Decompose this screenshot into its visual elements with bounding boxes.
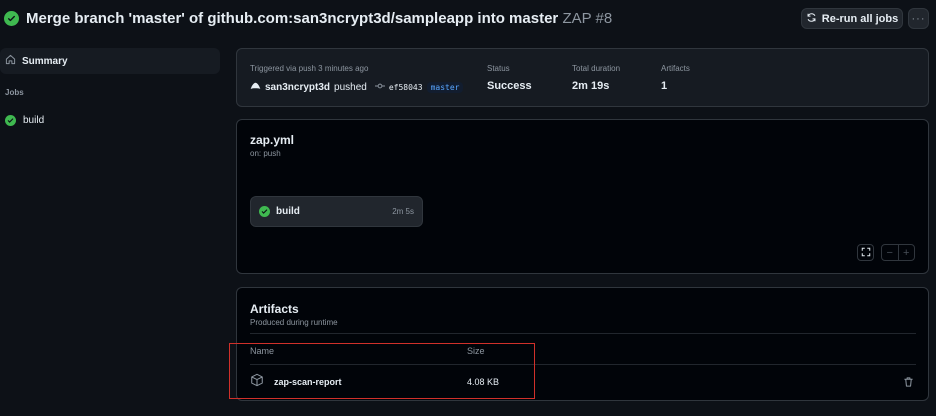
more-options-button[interactable]: ··· — [908, 8, 929, 29]
artifacts-heading: Artifacts — [250, 302, 299, 316]
success-check-icon — [4, 11, 19, 26]
workflow-trigger: on: push — [250, 149, 281, 158]
run-id: ZAP #8 — [562, 10, 613, 27]
success-check-icon — [5, 114, 16, 126]
zoom-controls: − + — [881, 244, 915, 261]
success-check-icon — [259, 206, 270, 217]
artifact-download-link[interactable]: zap-scan-report — [274, 377, 342, 387]
column-header-size: Size — [467, 346, 485, 356]
fullscreen-button[interactable] — [857, 244, 874, 261]
jobs-section-heading: Jobs — [5, 88, 24, 97]
trigger-details: san3ncrypt3d pushed ef58043 master — [250, 80, 464, 94]
artifacts-subtitle: Produced during runtime — [250, 318, 338, 327]
home-icon — [5, 54, 16, 68]
workflow-file-name: zap.yml — [250, 133, 295, 147]
sidebar-item-summary[interactable]: Summary — [0, 48, 220, 74]
branch-badge[interactable]: master — [426, 81, 464, 93]
zoom-out-button[interactable]: − — [882, 245, 899, 260]
artifacts-count[interactable]: 1 — [661, 80, 667, 92]
screen-full-icon — [861, 244, 871, 262]
status-value: Success — [487, 80, 532, 92]
job-node-label: build — [276, 206, 300, 217]
git-commit-icon — [374, 82, 385, 93]
page-title: Merge branch 'master' of github.com:san3… — [26, 10, 612, 27]
actor-link[interactable]: san3ncrypt3d — [265, 82, 330, 93]
run-title: Merge branch 'master' of github.com:san3… — [26, 10, 559, 27]
artifact-size: 4.08 KB — [467, 377, 500, 387]
actor-avatar-icon — [250, 80, 261, 94]
status-label: Status — [487, 64, 510, 73]
trash-icon[interactable] — [903, 375, 915, 387]
kebab-horizontal-icon: ··· — [911, 12, 926, 25]
run-summary-card: Triggered via push 3 minutes ago san3ncr… — [236, 48, 929, 107]
package-icon — [250, 373, 264, 387]
commit-sha-link[interactable]: ef58043 — [389, 83, 423, 92]
workflow-graph-card: zap.yml on: push build 2m 5s − + — [236, 119, 929, 274]
rerun-all-jobs-button[interactable]: Re-run all jobs — [801, 8, 903, 29]
sidebar-item-label: Summary — [22, 55, 68, 67]
triggered-label: Triggered via push 3 minutes ago — [250, 64, 369, 73]
duration-value: 2m 19s — [572, 80, 610, 92]
push-action-text: pushed — [334, 81, 367, 93]
sidebar-item-build[interactable]: build — [0, 111, 220, 129]
zoom-in-button[interactable]: + — [899, 245, 915, 260]
workflow-run-header: Merge branch 'master' of github.com:san3… — [0, 0, 936, 40]
rerun-label: Re-run all jobs — [821, 12, 899, 25]
column-header-name: Name — [250, 346, 275, 356]
divider — [250, 364, 916, 365]
divider — [250, 333, 916, 334]
artifacts-label: Artifacts — [661, 64, 690, 73]
duration-label: Total duration — [572, 64, 621, 73]
job-node-build[interactable]: build 2m 5s — [250, 196, 423, 227]
job-node-duration: 2m 5s — [392, 207, 414, 216]
artifacts-card: Artifacts Produced during runtime Name S… — [236, 287, 929, 401]
sidebar-item-label: build — [23, 114, 45, 126]
sync-icon — [806, 12, 817, 26]
